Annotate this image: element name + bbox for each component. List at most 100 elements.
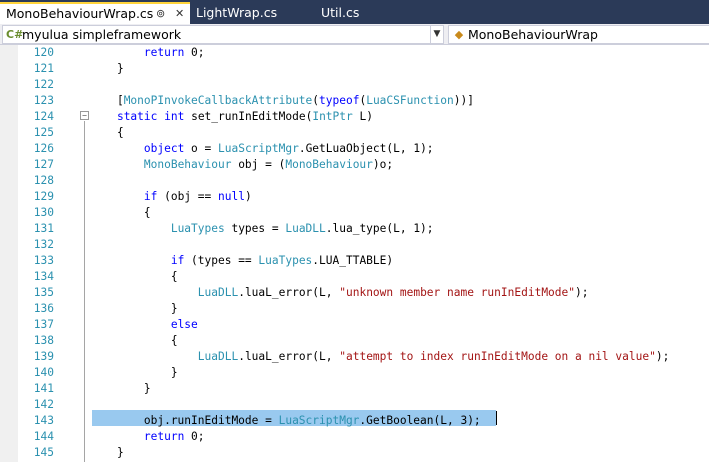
code-token: "unknown member name runInEditMode": [339, 286, 575, 299]
code-token: (types ==: [184, 254, 259, 267]
line-number: 127: [33, 158, 54, 171]
code-token: LuaTypes: [170, 222, 225, 235]
indicator-margin: [0, 45, 18, 462]
tab-monobehaviourwrap[interactable]: MonoBehaviourWrap.cs ⊚ ✕: [0, 2, 190, 24]
code-line[interactable]: 123 [MonoPInvokeCallbackAttribute(typeof…: [18, 93, 709, 109]
code-line[interactable]: 142: [18, 397, 709, 413]
csharp-project-icon: C#: [6, 28, 24, 41]
code-text: MonoBehaviour obj = (MonoBehaviour)o;: [90, 157, 393, 173]
line-number: 131: [33, 222, 54, 235]
code-text: {: [90, 333, 178, 349]
code-text: LuaDLL.luaL_error(L, "unknown member nam…: [90, 285, 589, 301]
code-token: if: [170, 254, 185, 267]
member-dropdown[interactable]: ◆ MonoBehaviourWrap: [448, 25, 709, 44]
line-number: 140: [33, 366, 54, 379]
code-line[interactable]: 133 if (types == LuaTypes.LUA_TTABLE): [18, 253, 709, 269]
close-icon[interactable]: ✕: [175, 4, 184, 23]
code-line[interactable]: 122: [18, 77, 709, 93]
line-number: 125: [33, 126, 54, 139]
code-line[interactable]: 136 }: [18, 301, 709, 317]
code-token: }: [90, 366, 178, 379]
code-line[interactable]: 131 LuaTypes types = LuaDLL.lua_type(L, …: [18, 221, 709, 237]
line-number: 121: [33, 62, 54, 75]
code-line[interactable]: 121 }: [18, 61, 709, 77]
code-token: object: [143, 142, 185, 155]
code-line[interactable]: 138 {: [18, 333, 709, 349]
line-number: 144: [33, 430, 54, 443]
project-dropdown[interactable]: C# myulua simpleframework ▼: [2, 25, 444, 44]
code-text: object o = LuaScriptMgr.GetLuaObject(L, …: [90, 141, 434, 157]
code-token: types =: [224, 222, 286, 235]
code-line[interactable]: 126 object o = LuaScriptMgr.GetLuaObject…: [18, 141, 709, 157]
code-token: {: [90, 334, 178, 347]
code-token: MonoBehaviour: [285, 158, 373, 171]
project-dropdown-value: myulua simpleframework: [22, 27, 182, 42]
line-number: 132: [33, 238, 54, 251]
code-text: {: [90, 205, 151, 221]
code-line[interactable]: 132: [18, 237, 709, 253]
code-token: LuaScriptMgr: [278, 414, 360, 427]
code-token: .LUA_TTABLE): [312, 254, 394, 267]
code-line[interactable]: 143 obj.runInEditMode = LuaScriptMgr.Get…: [18, 413, 709, 429]
line-number: 133: [33, 254, 54, 267]
code-line[interactable]: 139 LuaDLL.luaL_error(L, "attempt to ind…: [18, 349, 709, 365]
code-text: LuaTypes types = LuaDLL.lua_type(L, 1);: [90, 221, 434, 237]
code-line[interactable]: 124 static int set_runInEditMode(IntPtr …: [18, 109, 709, 125]
line-number: 135: [33, 286, 54, 299]
class-icon: ◆: [454, 28, 464, 41]
code-line[interactable]: 127 MonoBehaviour obj = (MonoBehaviour)o…: [18, 157, 709, 173]
code-token: MonoBehaviour: [143, 158, 232, 171]
code-text: if (types == LuaTypes.LUA_TTABLE): [90, 253, 393, 269]
tab-util[interactable]: Util.cs: [315, 3, 359, 22]
code-text: static int set_runInEditMode(IntPtr L): [90, 109, 373, 125]
code-line[interactable]: 141 }: [18, 381, 709, 397]
code-line[interactable]: 134 {: [18, 269, 709, 285]
line-number: 137: [33, 318, 54, 331]
pin-icon[interactable]: ⊚: [156, 4, 165, 23]
code-token: if: [143, 190, 158, 203]
code-token: );: [655, 350, 670, 363]
code-token: {: [90, 270, 178, 283]
code-editor[interactable]: − 120 return 0; 121 } 122 123 [MonoPInvokeC…: [0, 45, 709, 462]
line-number: 143: [33, 414, 54, 427]
code-line[interactable]: 135 LuaDLL.luaL_error(L, "unknown member…: [18, 285, 709, 301]
code-token: ): [244, 190, 252, 203]
text-caret: [496, 411, 497, 425]
code-line[interactable]: 125 {: [18, 125, 709, 141]
code-token: LuaCSFunction: [366, 94, 454, 107]
line-number: 130: [33, 206, 54, 219]
code-token: int: [164, 110, 185, 123]
code-line[interactable]: 120 return 0;: [18, 45, 709, 61]
code-token: ))]: [453, 94, 474, 107]
code-line[interactable]: 145 }: [18, 445, 709, 461]
chevron-down-icon[interactable]: ▼: [430, 26, 443, 43]
line-number: 145: [33, 446, 54, 459]
tab-lightwrap[interactable]: LightWrap.cs: [190, 3, 277, 22]
code-token: return: [143, 46, 185, 59]
code-text: return 0;: [90, 429, 205, 445]
line-number: 122: [33, 78, 54, 91]
code-line[interactable]: 128: [18, 173, 709, 189]
code-token: }: [90, 382, 151, 395]
code-line[interactable]: 130 {: [18, 205, 709, 221]
line-number: 124: [33, 110, 54, 123]
code-line[interactable]: 129 if (obj == null): [18, 189, 709, 205]
code-line[interactable]: 140 }: [18, 365, 709, 381]
code-token: static: [116, 110, 158, 123]
code-line[interactable]: 144 return 0;: [18, 429, 709, 445]
code-token: }: [90, 62, 124, 75]
code-text: obj.runInEditMode = LuaScriptMgr.GetBool…: [90, 413, 481, 429]
code-line[interactable]: 137 else: [18, 317, 709, 333]
code-token: 0;: [184, 430, 205, 443]
member-dropdown-value: MonoBehaviourWrap: [468, 27, 598, 42]
code-text: else: [90, 317, 198, 333]
code-token: return: [143, 430, 185, 443]
code-text: }: [90, 301, 178, 317]
